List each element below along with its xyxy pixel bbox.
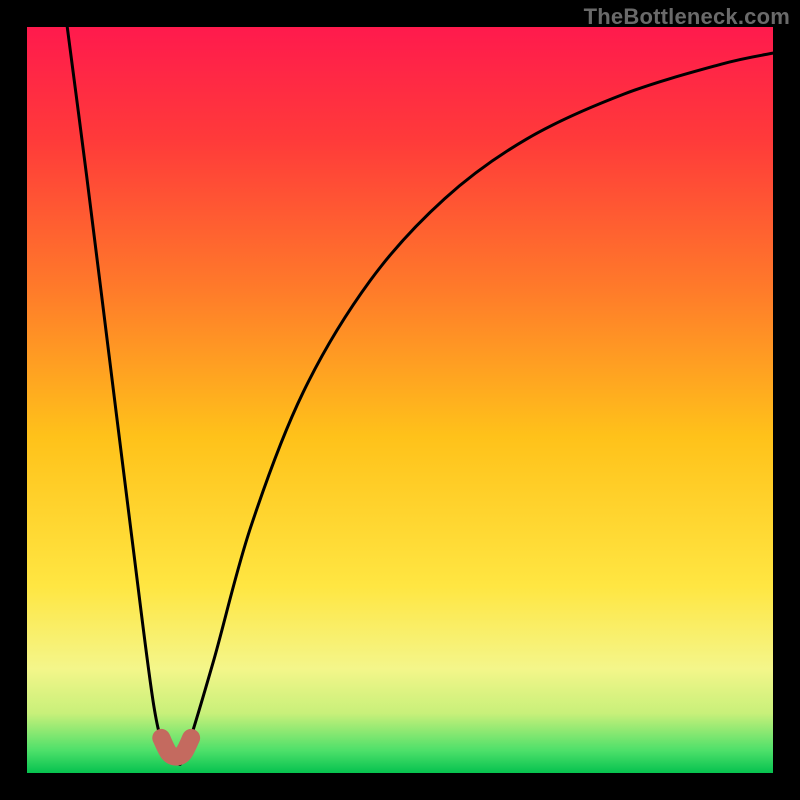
watermark-text: TheBottleneck.com [584,4,790,30]
chart-svg [27,27,773,773]
plot-area [27,27,773,773]
gradient-background [27,27,773,773]
outer-frame: TheBottleneck.com [0,0,800,800]
